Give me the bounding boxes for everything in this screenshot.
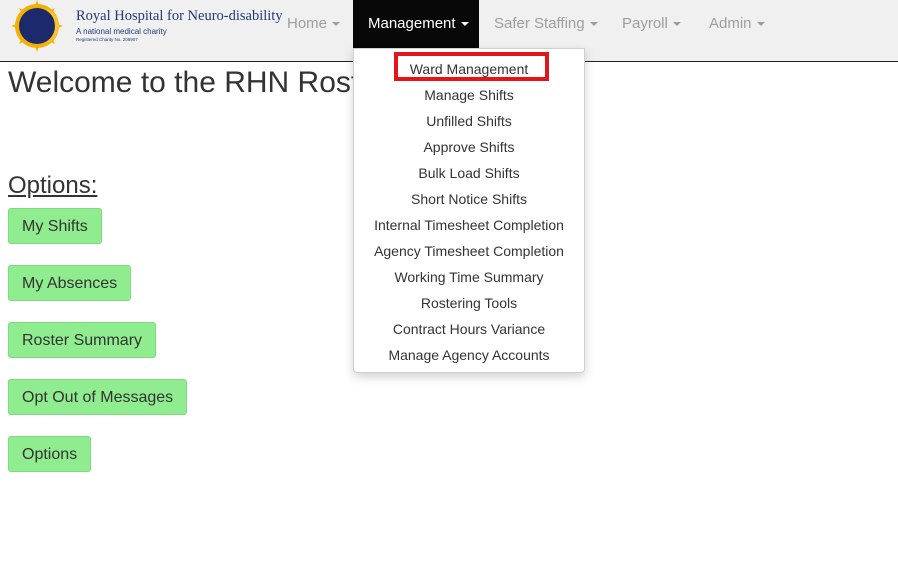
my-shifts-button[interactable]: My Shifts: [8, 208, 102, 244]
options-heading: Options:: [8, 172, 98, 199]
sun-logo-icon: [0, 0, 70, 52]
welcome-clip: Welcome to the RHN Roster: [0, 60, 353, 110]
menu-item-manage-shifts[interactable]: Manage Shifts: [354, 82, 584, 108]
nav-home[interactable]: Home: [272, 0, 355, 48]
chevron-down-icon: [460, 22, 469, 27]
nav-management[interactable]: Management: [353, 0, 479, 48]
brand[interactable]: Royal Hospital for Neuro-disability A na…: [0, 0, 283, 52]
menu-item-rostering-tools[interactable]: Rostering Tools: [354, 290, 584, 316]
menu-item-unfilled-shifts[interactable]: Unfilled Shifts: [354, 108, 584, 134]
menu-item-manage-agency-accounts[interactable]: Manage Agency Accounts: [354, 342, 584, 368]
chevron-down-icon: [589, 22, 598, 27]
my-absences-button[interactable]: My Absences: [8, 265, 132, 301]
chevron-down-icon: [672, 22, 681, 27]
menu-item-agency-timesheet-completion[interactable]: Agency Timesheet Completion: [354, 238, 584, 264]
chevron-down-icon: [756, 22, 765, 27]
nav-payroll[interactable]: Payroll: [607, 0, 696, 48]
menu-item-working-time-summary[interactable]: Working Time Summary: [354, 264, 584, 290]
nav-safer-staffing[interactable]: Safer Staffing: [479, 0, 613, 48]
brand-subtitle: A national medical charity: [76, 27, 167, 36]
options-button[interactable]: Options: [8, 436, 92, 472]
menu-item-ward-management[interactable]: Ward Management: [354, 56, 584, 82]
roster-summary-button[interactable]: Roster Summary: [8, 322, 157, 358]
menu-item-short-notice-shifts[interactable]: Short Notice Shifts: [354, 186, 584, 212]
page-title: Welcome to the RHN Roster: [8, 66, 353, 99]
chevron-down-icon: [332, 22, 341, 27]
menu-item-internal-timesheet-completion[interactable]: Internal Timesheet Completion: [354, 212, 584, 238]
menu-item-approve-shifts[interactable]: Approve Shifts: [354, 134, 584, 160]
brand-registered: Registered Charity No. 205907: [76, 37, 138, 42]
brand-title: Royal Hospital for Neuro-disability: [76, 8, 283, 24]
menu-item-contract-hours-variance[interactable]: Contract Hours Variance: [354, 316, 584, 342]
nav-admin[interactable]: Admin: [694, 0, 780, 48]
management-dropdown-menu: Ward Management Manage Shifts Unfilled S…: [353, 48, 585, 373]
opt-out-of-messages-button[interactable]: Opt Out of Messages: [8, 379, 188, 415]
menu-item-bulk-load-shifts[interactable]: Bulk Load Shifts: [354, 160, 584, 186]
